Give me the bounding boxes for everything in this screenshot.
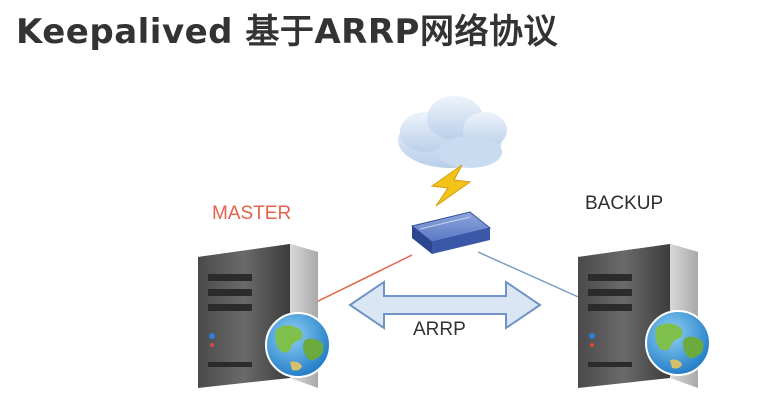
master-globe-icon xyxy=(265,312,331,378)
lightning-icon xyxy=(430,164,472,207)
arrp-label: ARRP xyxy=(413,319,466,340)
master-label: MASTER xyxy=(212,203,292,224)
backup-link-line xyxy=(477,251,586,301)
backup-label: BACKUP xyxy=(585,193,664,214)
backup-globe-icon xyxy=(645,310,711,376)
cloud-icon xyxy=(398,96,507,168)
network-switch-icon xyxy=(410,211,492,254)
